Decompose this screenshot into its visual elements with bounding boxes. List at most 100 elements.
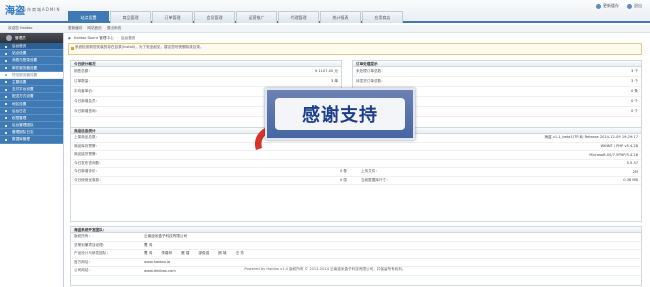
tab-orders[interactable]: 订单管理 [152, 11, 193, 23]
sidebar-item-sms-server[interactable]: 短信服务器设置 [0, 71, 63, 79]
sidebar-item-logs[interactable]: 后台日志 [0, 107, 63, 115]
order-row: 待发货订单总数： 3 个 [353, 77, 641, 87]
admin-name: 管理员 [15, 35, 26, 40]
sidebar-item-admin-team[interactable]: 后台管理团队 [0, 122, 63, 130]
system-info-panel: 商品信息统计 上架商品总数： 海盗 v1.1_beta1(TP-B) Releas… [70, 127, 642, 222]
system-row: 今日新增评价： 0 条 上传文件： 2M [71, 168, 641, 177]
system-label: 今日发布咨询数： [74, 160, 103, 165]
sidebar-item-home[interactable]: 后台首页 [0, 43, 63, 51]
tab-agents[interactable]: 代理管理 [278, 11, 319, 23]
system-value: 0 张 [339, 177, 347, 182]
sub-links: 更新缓存 网站首页 退出系统 [68, 26, 121, 31]
top-header: 海盗 方舟商城ADMIN 站点设置 商品管理 订单管理 会员管理 运营推广 代理… [0, 0, 650, 23]
order-value[interactable]: 0 个 [631, 109, 638, 114]
warning-icon [71, 47, 74, 50]
logo-subtitle: 方舟商城ADMIN [22, 7, 61, 12]
sidebar: 管理员 后台首页 站点设置 消费与登录设置 邮件服务器设置 短信服务器设置 主题… [0, 33, 64, 287]
team-label: 版权所有： [74, 234, 92, 239]
refresh-cache-link[interactable]: 更新缓存 [68, 26, 82, 31]
footer: Powered by Haidao v1.0 版权所有 © 2013-2014 … [244, 267, 406, 271]
order-value[interactable]: 0 个 [631, 99, 638, 104]
team-member: 汪 芳 [235, 251, 244, 256]
sub-bar: 欢迎您 Haidao 更新缓存 网站首页 退出系统 [0, 25, 650, 33]
team-row: 产品设计与研发团队： 曹 鸿 李春林 屠 建 邵俊强 颜 雄 汪 芳 [71, 250, 641, 259]
team-member: 曹 鸿 [144, 251, 153, 256]
order-value[interactable]: 3 个 [631, 79, 638, 84]
tab-members[interactable]: 会员管理 [194, 11, 235, 23]
notice-text: 系统检测到您安装的存在目录(install)，为了安全起见，建议您尽快删除该目录… [75, 45, 204, 49]
system-label: 上传文件： [361, 169, 379, 174]
team-label: 产品设计与研发团队： [74, 251, 110, 256]
system-row: 商品库存预警： WINNT / PHP v5.4.28 [71, 143, 641, 151]
site-home-link[interactable]: 网站首页 [87, 26, 101, 31]
system-label: 今日新增评价： [74, 169, 100, 174]
stat-value: 3 单 [330, 79, 338, 83]
system-value: 5.5.37 [626, 161, 638, 166]
team-value: 曹 鸿 [144, 242, 153, 247]
stat-row: 销售总额： ¥ 1107.00 元 [71, 67, 341, 77]
system-label: 今日使用优惠券： [74, 177, 103, 182]
main-nav: 站点设置 商品管理 订单管理 会员管理 运营推广 代理管理 统计报表 应用商店 [68, 11, 404, 23]
tab-goods[interactable]: 商品管理 [110, 11, 151, 23]
sidebar-item-permissions[interactable]: 权限管理 [0, 114, 63, 123]
order-label: 待发货订单总数： [356, 79, 385, 83]
system-row: 商品缺货预警： Microsoft-IIS/7.5PHP/5.4.28 [71, 151, 641, 160]
thanks-overlay-badge: 感谢支持 [265, 88, 415, 140]
sidebar-item-database[interactable]: 数据库管理 [0, 136, 63, 144]
tab-reports[interactable]: 统计报表 [320, 11, 361, 23]
team-label: 总策划兼项目经理： [74, 242, 107, 247]
sidebar-item-region[interactable]: 地区设置 [0, 100, 63, 108]
team-member: 李春林 [161, 251, 173, 256]
team-row: 总策划兼项目经理： 曹 鸿 [71, 242, 641, 250]
system-value: 0.36 MB [623, 178, 638, 183]
top-links: 更新缓存 退出 [596, 3, 642, 9]
sidebar-item-site-settings[interactable]: 站点设置 [0, 50, 63, 58]
exit-system-link[interactable]: 退出系统 [107, 26, 121, 31]
team-member: 邵俊强 [198, 251, 210, 256]
team-value: 云南迪米盒子科技有限公司 [144, 234, 188, 239]
team-member: 颜 雄 [218, 251, 227, 256]
breadcrumb-root[interactable]: Haidao Board 管理中心 [74, 36, 114, 41]
refresh-cache-link[interactable]: 更新缓存 [596, 3, 619, 9]
team-member: 屠 建 [181, 251, 190, 256]
system-value: Microsoft-IIS/7.5PHP/5.4.28 [589, 152, 638, 157]
home-icon: ◆ [68, 36, 71, 40]
security-notice: 系统检测到您安装的存在目录(install)，为了安全起见，建议您尽快删除该目录… [68, 43, 642, 55]
logout-icon [627, 3, 632, 9]
sidebar-item-mail-server[interactable]: 邮件服务器设置 [0, 64, 63, 72]
system-value: 0 条 [339, 169, 347, 174]
dev-team-panel: 海盗系统开发团队： 版权所有： 云南迪米盒子科技有限公司 总策划兼项目经理：曹 鸿… [70, 226, 642, 286]
sidebar-header: 管理员 [0, 33, 63, 43]
tab-site-settings[interactable]: 站点设置 [68, 11, 109, 23]
system-value: 2M [632, 169, 638, 174]
tab-promotion[interactable]: 运营推广 [236, 11, 277, 23]
order-label: 未处理订单总数： [356, 69, 385, 73]
system-label: 上架商品总数： [74, 135, 100, 140]
order-value[interactable]: 0 条 [631, 89, 638, 94]
stat-label: 销售总额： [74, 69, 92, 73]
sidebar-item-theme[interactable]: 主题设置 [0, 78, 63, 87]
thanks-badge-inner: 感谢支持 [275, 98, 405, 130]
tab-app-store[interactable]: 应用商店 [362, 11, 403, 23]
sidebar-item-team-logs[interactable]: 管理团队日志 [0, 129, 63, 137]
stat-value: ¥ 1107.00 元 [314, 69, 338, 73]
stat-row: 订单数量： 3 单 [71, 77, 341, 87]
sidebar-item-shipping[interactable]: 配送方式设置 [0, 93, 63, 101]
system-value: WINNT / PHP v5.4.28 [600, 144, 638, 149]
breadcrumb: ◆ Haidao Board 管理中心 › 后台首页 [68, 34, 642, 42]
logout-link[interactable]: 退出 [627, 3, 642, 9]
order-value[interactable]: 3 个 [631, 69, 638, 74]
stat-label: 订单数量： [74, 79, 92, 83]
sidebar-item-consume-login[interactable]: 消费与登录设置 [0, 57, 63, 65]
system-row: 今日发布咨询数： 5.5.37 [71, 160, 641, 168]
sidebar-item-payment[interactable]: 支付平台设置 [0, 86, 63, 94]
system-label: 当前数据库尺寸： [361, 177, 390, 182]
main-content: ◆ Haidao Board 管理中心 › 后台首页 系统检测到您安装的存在目录… [66, 34, 646, 286]
order-row: 未处理订单总数： 3 个 [353, 67, 641, 77]
system-value: 海盗 v1.1_beta1(TP-B) Release 2014-12-09 1… [544, 135, 638, 140]
system-row: 今日使用优惠券： 0 张 当前数据库尺寸： 0.36 MB [71, 177, 641, 185]
system-label: 商品缺货预警： [74, 152, 100, 157]
team-row: 版权所有： 云南迪米盒子科技有限公司 [71, 233, 641, 242]
breadcrumb-separator: › [116, 36, 119, 40]
refresh-icon [596, 3, 601, 9]
